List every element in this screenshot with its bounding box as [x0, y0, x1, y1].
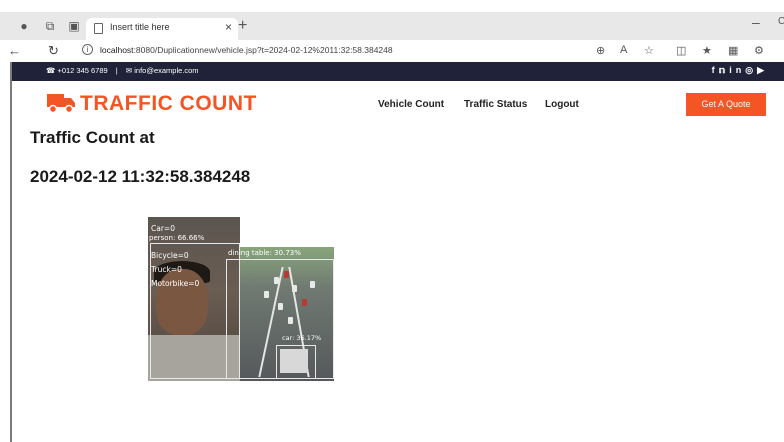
- nav-link-traffic-status[interactable]: Traffic Status: [464, 99, 527, 110]
- tab-title: Insert title here: [110, 22, 170, 32]
- url-field[interactable]: i localhost:8080/Duplicationnew/vehicle.…: [76, 42, 666, 60]
- truck-count-label: Truck=0: [151, 265, 182, 274]
- nav-link-vehicle-count[interactable]: Vehicle Count: [378, 99, 444, 110]
- phone-number[interactable]: +012 345 6789: [57, 66, 107, 75]
- refresh-icon[interactable]: ↻: [48, 43, 59, 59]
- social-links: f𝕟in◎▶: [712, 65, 768, 76]
- car-count-label: Car=0: [151, 224, 175, 233]
- close-tab-icon[interactable]: ×: [225, 20, 232, 34]
- zoom-icon[interactable]: ⊕: [596, 44, 605, 57]
- read-aloud-icon[interactable]: A: [620, 44, 627, 56]
- url-host: localhost: [100, 45, 134, 55]
- browser-tab[interactable]: Insert title here ×: [86, 18, 238, 40]
- linkedin-icon[interactable]: in: [729, 65, 745, 75]
- nav-link-logout[interactable]: Logout: [545, 99, 579, 110]
- back-icon[interactable]: ←: [8, 43, 21, 58]
- new-tab-button[interactable]: +: [238, 17, 247, 35]
- browser-tab-strip: ● ⧉ ▣ Insert title here × + – C: [0, 12, 784, 40]
- twitter-icon[interactable]: 𝕟: [719, 65, 730, 75]
- truck-logo-icon: [47, 94, 75, 114]
- facebook-icon[interactable]: f: [712, 65, 719, 75]
- tab-actions-icon[interactable]: ▣: [66, 18, 82, 34]
- email-address[interactable]: info@example.com: [134, 66, 198, 75]
- motorbike-count-label: Motorbike=0: [151, 279, 200, 288]
- site-navbar: TRAFFIC COUNT Vehicle Count Traffic Stat…: [12, 81, 784, 125]
- car-confidence-label: car: 36.17%: [282, 334, 322, 342]
- page-icon: [94, 23, 103, 34]
- workspaces-icon[interactable]: ⧉: [42, 18, 58, 34]
- address-bar-row: ← ↻ i localhost:8080/Duplicationnew/vehi…: [0, 40, 784, 62]
- extensions-icon[interactable]: ⚙: [754, 44, 764, 57]
- youtube-icon[interactable]: ▶: [757, 65, 768, 75]
- email-icon: ✉: [125, 66, 133, 75]
- url-path: :8080/Duplicationnew/vehicle.jsp?t=2024-…: [133, 45, 393, 55]
- split-screen-icon[interactable]: ◫: [676, 44, 686, 57]
- collections-icon[interactable]: ▦: [728, 44, 738, 57]
- phone-icon: ☎: [46, 66, 56, 75]
- minimize-button[interactable]: –: [752, 14, 760, 30]
- dining-table-confidence-label: dining table: 30.73%: [228, 249, 301, 257]
- favorite-star-icon[interactable]: ☆: [644, 44, 654, 57]
- detection-result-image: Car=0 person: 66.66% Bicycle=0 Truck=0 M…: [148, 217, 334, 381]
- profile-icon[interactable]: ●: [16, 18, 32, 34]
- contact-info: ☎ +012 345 6789 | ✉ info@example.com: [46, 66, 199, 75]
- instagram-icon[interactable]: ◎: [745, 65, 757, 75]
- person-confidence-label: person: 66.66%: [149, 234, 205, 242]
- timestamp-heading: 2024-02-12 11:32:58.384248: [30, 167, 251, 186]
- site-logo-text[interactable]: TRAFFIC COUNT: [80, 92, 257, 116]
- bicycle-count-label: Bicycle=0: [151, 251, 189, 260]
- window-control[interactable]: C: [778, 16, 784, 27]
- page-title: Traffic Count at: [30, 128, 155, 147]
- favorites-icon[interactable]: ★: [702, 44, 712, 57]
- site-topbar: ☎ +012 345 6789 | ✉ info@example.com f𝕟i…: [12, 62, 784, 81]
- car-bounding-box: [276, 345, 316, 379]
- site-info-icon[interactable]: i: [82, 44, 93, 55]
- url-text: localhost:8080/Duplicationnew/vehicle.js…: [100, 45, 393, 55]
- get-quote-button[interactable]: Get A Quote: [686, 93, 766, 116]
- contact-separator: |: [115, 66, 118, 75]
